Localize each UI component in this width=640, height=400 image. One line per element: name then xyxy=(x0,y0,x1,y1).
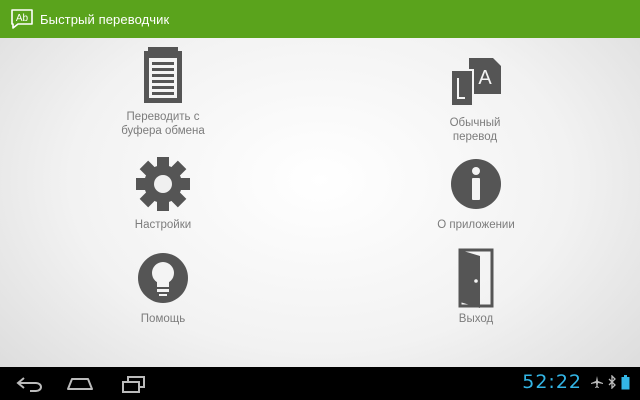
airplane-icon xyxy=(590,375,604,394)
help-button[interactable]: Помощь xyxy=(88,248,238,326)
exit-label: Выход xyxy=(458,313,494,325)
lightbulb-icon xyxy=(133,248,193,308)
normal-translate-label: Обычный перевод xyxy=(449,117,501,143)
about-button[interactable]: О приложении xyxy=(401,154,551,232)
help-label: Помощь xyxy=(140,313,186,325)
normal-translate-button[interactable]: A Обычный перевод xyxy=(400,52,550,144)
clipboard-icon xyxy=(133,46,193,106)
app-title: Быстрый переводчик xyxy=(40,11,170,27)
app-logo-text: Ab xyxy=(16,13,29,24)
translate-icon: A xyxy=(445,52,505,112)
info-icon xyxy=(446,154,506,214)
recent-apps-icon[interactable] xyxy=(116,373,152,395)
bluetooth-icon xyxy=(608,374,616,394)
home-icon[interactable] xyxy=(62,373,98,395)
settings-label: Настройки xyxy=(134,219,192,231)
exit-button[interactable]: Выход xyxy=(401,248,551,326)
door-icon xyxy=(446,248,506,308)
svg-text:A: A xyxy=(478,67,492,89)
clipboard-translate-button[interactable]: Переводить с буфера обмена xyxy=(88,46,238,138)
system-nav-bar: 52:22 xyxy=(0,367,640,400)
action-bar: Ab Быстрый переводчик xyxy=(0,0,640,38)
gear-icon xyxy=(133,154,193,214)
battery-icon xyxy=(621,375,630,395)
clipboard-translate-label: Переводить с буфера обмена xyxy=(121,111,205,137)
status-clock: 52:22 xyxy=(522,371,582,393)
about-label: О приложении xyxy=(437,219,515,231)
app-logo-icon[interactable]: Ab xyxy=(10,8,34,30)
back-icon[interactable] xyxy=(12,373,48,395)
settings-button[interactable]: Настройки xyxy=(88,154,238,232)
app-screen: Ab Быстрый переводчик Переводить с буфер… xyxy=(0,0,640,400)
